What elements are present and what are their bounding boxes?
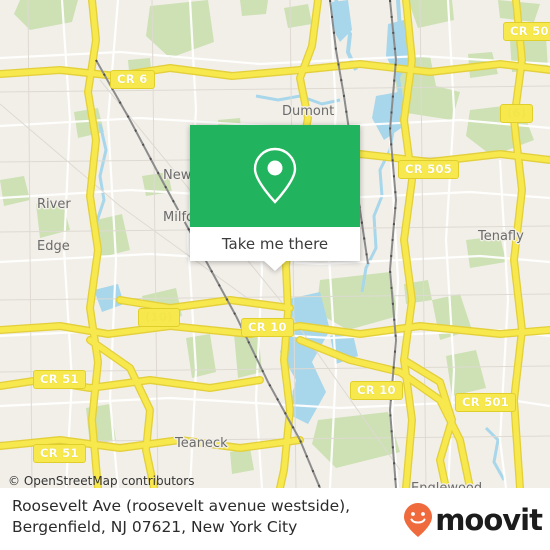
road-shield-cr51-s[interactable]: CR 51 <box>33 444 86 463</box>
road-shield-cr505[interactable]: CR 505 <box>398 160 460 179</box>
take-me-there-button[interactable]: Take me there <box>190 227 360 261</box>
map-canvas[interactable]: Dumont New Milford River Edge Tenafly Te… <box>0 0 550 488</box>
moovit-wordmark: moovit <box>435 502 543 537</box>
take-me-there-label: Take me there <box>221 235 329 253</box>
road-shield-6[interactable]: (6) <box>500 104 534 123</box>
road-shield-cr10-w[interactable]: CR 10 <box>241 318 294 337</box>
road-shield-cr10-e[interactable]: CR 10 <box>350 381 403 400</box>
popup-pointer <box>264 261 286 271</box>
screenshot-root: Dumont New Milford River Edge Tenafly Te… <box>0 0 550 550</box>
location-title-line-2: Bergenfield, NJ 07621, New York City <box>12 518 298 536</box>
road-shield-cr6[interactable]: CR 6 <box>110 70 155 89</box>
moovit-pin-icon <box>404 503 433 537</box>
road-shield-cr51-n[interactable]: CR 51 <box>33 370 86 389</box>
moovit-brand[interactable]: moovit <box>403 502 543 538</box>
location-title-line-1: Roosevelt Ave (roosevelt avenue westside… <box>12 497 351 515</box>
osm-attribution[interactable]: © OpenStreetMap contributors <box>8 474 194 488</box>
map-pin-icon <box>253 147 297 204</box>
road-shield-cr501-n[interactable]: CR 501 <box>503 22 550 41</box>
popup-image-panel <box>190 125 360 227</box>
road-shield-10[interactable]: (10) <box>138 308 180 327</box>
location-popup-card[interactable]: Take me there <box>190 125 360 271</box>
location-title: Roosevelt Ave (roosevelt avenue westside… <box>12 496 402 538</box>
footer-bar: Roosevelt Ave (roosevelt avenue westside… <box>0 488 550 550</box>
road-shield-cr501-s[interactable]: CR 501 <box>455 393 517 412</box>
